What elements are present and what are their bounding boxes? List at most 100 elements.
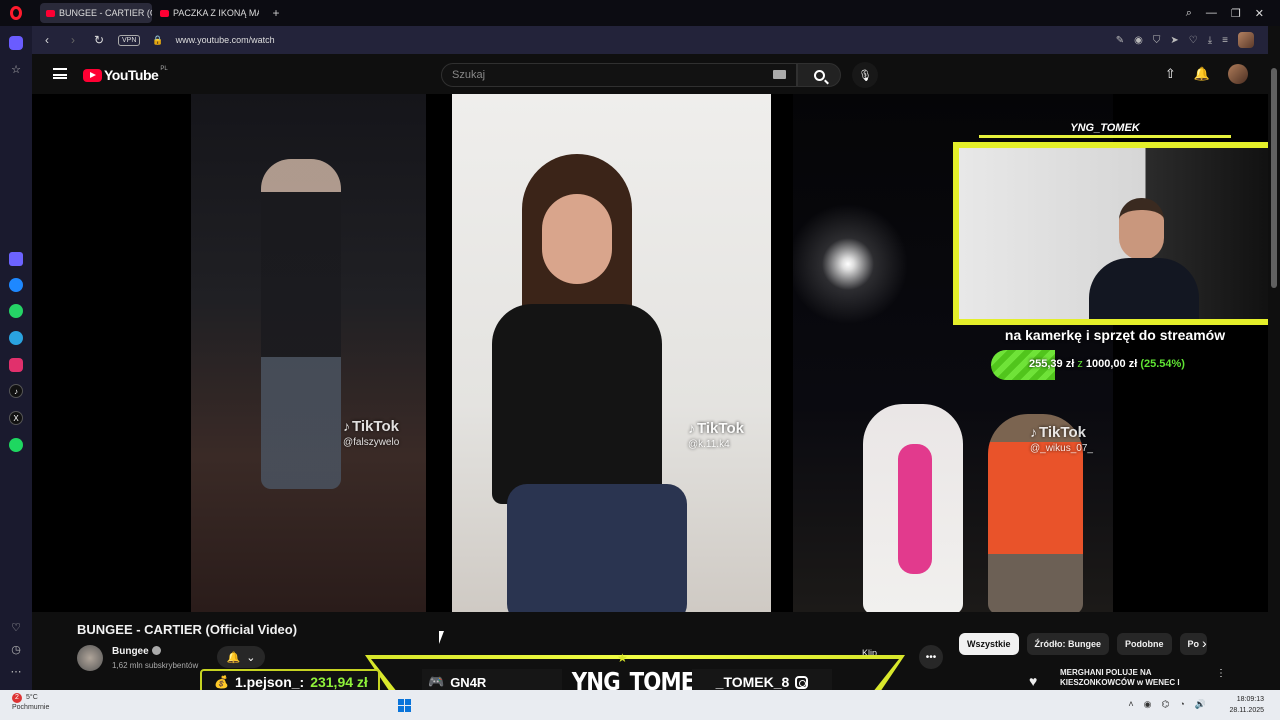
top-donor-amount: 231,94 zł: [310, 674, 368, 690]
x-icon[interactable]: X: [9, 411, 23, 425]
page-scrollbar[interactable]: [1268, 54, 1280, 690]
whatsapp-icon[interactable]: [9, 304, 23, 318]
channel-avatar[interactable]: [77, 645, 103, 671]
volume-icon[interactable]: 🔊: [1195, 699, 1206, 710]
more-icon[interactable]: ⋯: [9, 664, 23, 678]
opera-menu-icon[interactable]: [0, 0, 32, 26]
url-field[interactable]: www.youtube.com/watch: [176, 35, 275, 45]
youtube-header: YouTube PL 🎙 ⇧ 🔔: [32, 54, 1268, 94]
download-icon[interactable]: ⤓: [1208, 35, 1212, 46]
window-controls: ⌕ — ❐ ✕: [1186, 0, 1280, 26]
chevron-up-icon[interactable]: ˄: [1128, 699, 1133, 710]
donation-progress-text: 255,39 zł z 1000,00 zł (25.54%): [1029, 358, 1185, 370]
heart-icon[interactable]: ♡: [9, 620, 23, 634]
notifications-bell-icon[interactable]: 🔔: [1194, 66, 1210, 82]
aria-icon[interactable]: [9, 252, 23, 266]
weather-widget[interactable]: 2 5°C Pochmurnie: [12, 693, 49, 713]
tiktok-icon[interactable]: ♪: [9, 384, 23, 398]
search-input[interactable]: [442, 64, 742, 86]
tiktok-watermark: ♪ TikTok @falszywelo: [343, 418, 399, 448]
webcam-frame: [953, 142, 1276, 325]
recommendation-chips: Wszystkie Źródło: Bungee Podobne Po: [959, 633, 1208, 655]
back-button[interactable]: ‹: [40, 33, 54, 47]
address-bar: ‹ › ↻ VPN 🔒 www.youtube.com/watch ✎ ◉ ⛉ …: [32, 26, 1268, 54]
spotify-icon[interactable]: [9, 438, 23, 452]
mouse-cursor-icon: [439, 631, 449, 644]
heart-icon[interactable]: ♥: [1029, 673, 1037, 689]
video-clip-left: ♪ TikTok @falszywelo: [191, 94, 426, 612]
recommended-video-title[interactable]: MERGHANI POLUJE NA KIESZONKOWCÓW w WENEC…: [1060, 668, 1220, 688]
youtube-favicon-icon: [46, 9, 55, 17]
star-icon: ★: [617, 651, 628, 665]
notification-badge: 2: [12, 693, 22, 703]
edit-icon[interactable]: ✎: [1116, 35, 1124, 46]
tiktok-icon: ♪: [688, 420, 695, 436]
lock-icon[interactable]: 🔒: [152, 35, 163, 46]
wifi-icon[interactable]: ◔: [1179, 699, 1184, 710]
hamburger-menu-icon[interactable]: [53, 68, 67, 79]
opera-tray-icon[interactable]: ◉: [1144, 699, 1152, 710]
money-bag-icon: 💰: [214, 675, 229, 689]
search-icon: [813, 69, 825, 81]
youtube-favicon-icon: [160, 9, 169, 17]
chip-similar[interactable]: Podobne: [1117, 633, 1172, 655]
telegram-icon[interactable]: [9, 331, 23, 345]
instagram-icon[interactable]: [9, 358, 23, 372]
search-tabs-icon[interactable]: ⌕: [1186, 7, 1192, 20]
instagram-name: _TOMEK_8: [715, 674, 790, 690]
chip-source[interactable]: Źródło: Bungee: [1026, 633, 1110, 655]
windows-start-icon[interactable]: [398, 699, 411, 712]
clock-time: 18:09:13: [1236, 696, 1264, 703]
chip-all[interactable]: Wszystkie: [959, 633, 1019, 655]
maximize-button[interactable]: ❐: [1231, 7, 1241, 20]
chevron-right-icon[interactable]: ›: [1202, 635, 1207, 651]
more-vert-icon[interactable]: ⋮: [1216, 668, 1226, 679]
streamer-figure: [1089, 198, 1199, 319]
scrollbar-thumb[interactable]: [1271, 68, 1277, 288]
messenger-icon[interactable]: [9, 278, 23, 292]
tiktok-icon: ♪: [1030, 424, 1037, 440]
taskbar-clock[interactable]: 18:09:13 28.11.2025: [1229, 694, 1264, 716]
video-clip-center: ♪ TikTok @k.11.k4: [452, 94, 771, 612]
tab-bungee-cartier[interactable]: BUNGEE - CARTIER (O: [40, 3, 152, 23]
send-icon[interactable]: ➤: [1170, 35, 1178, 46]
goal-separator: z: [1077, 358, 1083, 370]
minimize-button[interactable]: —: [1206, 7, 1217, 19]
tab-title: BUNGEE - CARTIER (O: [59, 8, 152, 18]
search-button[interactable]: [797, 63, 841, 87]
opera-sidebar: ☆ ♪ X ♡ ◷ ⋯: [0, 26, 32, 690]
tiktok-watermark: ♪ TikTok @_wikus_07_: [1030, 424, 1093, 454]
upload-icon[interactable]: ⇧: [1165, 66, 1176, 82]
heart-icon[interactable]: ♡: [1189, 35, 1198, 46]
microphone-icon: 🎙: [858, 69, 872, 82]
tab-paczka[interactable]: PACZKA Z IKONĄ MAX 91: [154, 3, 259, 23]
home-icon[interactable]: [9, 36, 23, 50]
keyboard-icon[interactable]: [773, 70, 786, 79]
menu-icon[interactable]: ≡: [1222, 35, 1228, 46]
shield-icon[interactable]: ⛉: [1153, 35, 1161, 46]
reload-button[interactable]: ↻: [92, 33, 106, 47]
voice-search-button[interactable]: 🎙: [852, 62, 878, 88]
star-icon[interactable]: ☆: [9, 62, 23, 76]
vpn-badge[interactable]: VPN: [118, 34, 141, 46]
account-avatar[interactable]: [1228, 64, 1248, 84]
channel-name[interactable]: Bungee: [112, 646, 161, 657]
temperature: 5°C: [26, 694, 38, 701]
system-tray: ˄ ◉ ⌬ ◔ 🔊: [1128, 699, 1206, 710]
goal-current: 255,39 zł: [1029, 358, 1075, 370]
tiktok-handle: @_wikus_07_: [1030, 443, 1093, 454]
verified-icon: [151, 646, 161, 655]
camera-icon[interactable]: ◉: [1134, 35, 1143, 46]
tiktok-brand: TikTok: [697, 420, 744, 437]
tiktok-brand: TikTok: [1039, 424, 1086, 441]
new-tab-button[interactable]: +: [267, 4, 285, 22]
close-button[interactable]: ✕: [1255, 7, 1264, 20]
search-box: [441, 63, 797, 87]
forward-button[interactable]: ›: [66, 33, 80, 47]
profile-avatar[interactable]: [1238, 32, 1254, 48]
youtube-logo-text: YouTube: [104, 67, 159, 83]
youtube-logo[interactable]: YouTube PL: [83, 66, 168, 83]
donation-goal-progress: 255,39 zł z 1000,00 zł (25.54%): [991, 350, 1241, 380]
network-icon[interactable]: ⌬: [1161, 699, 1169, 710]
history-icon[interactable]: ◷: [9, 642, 23, 656]
